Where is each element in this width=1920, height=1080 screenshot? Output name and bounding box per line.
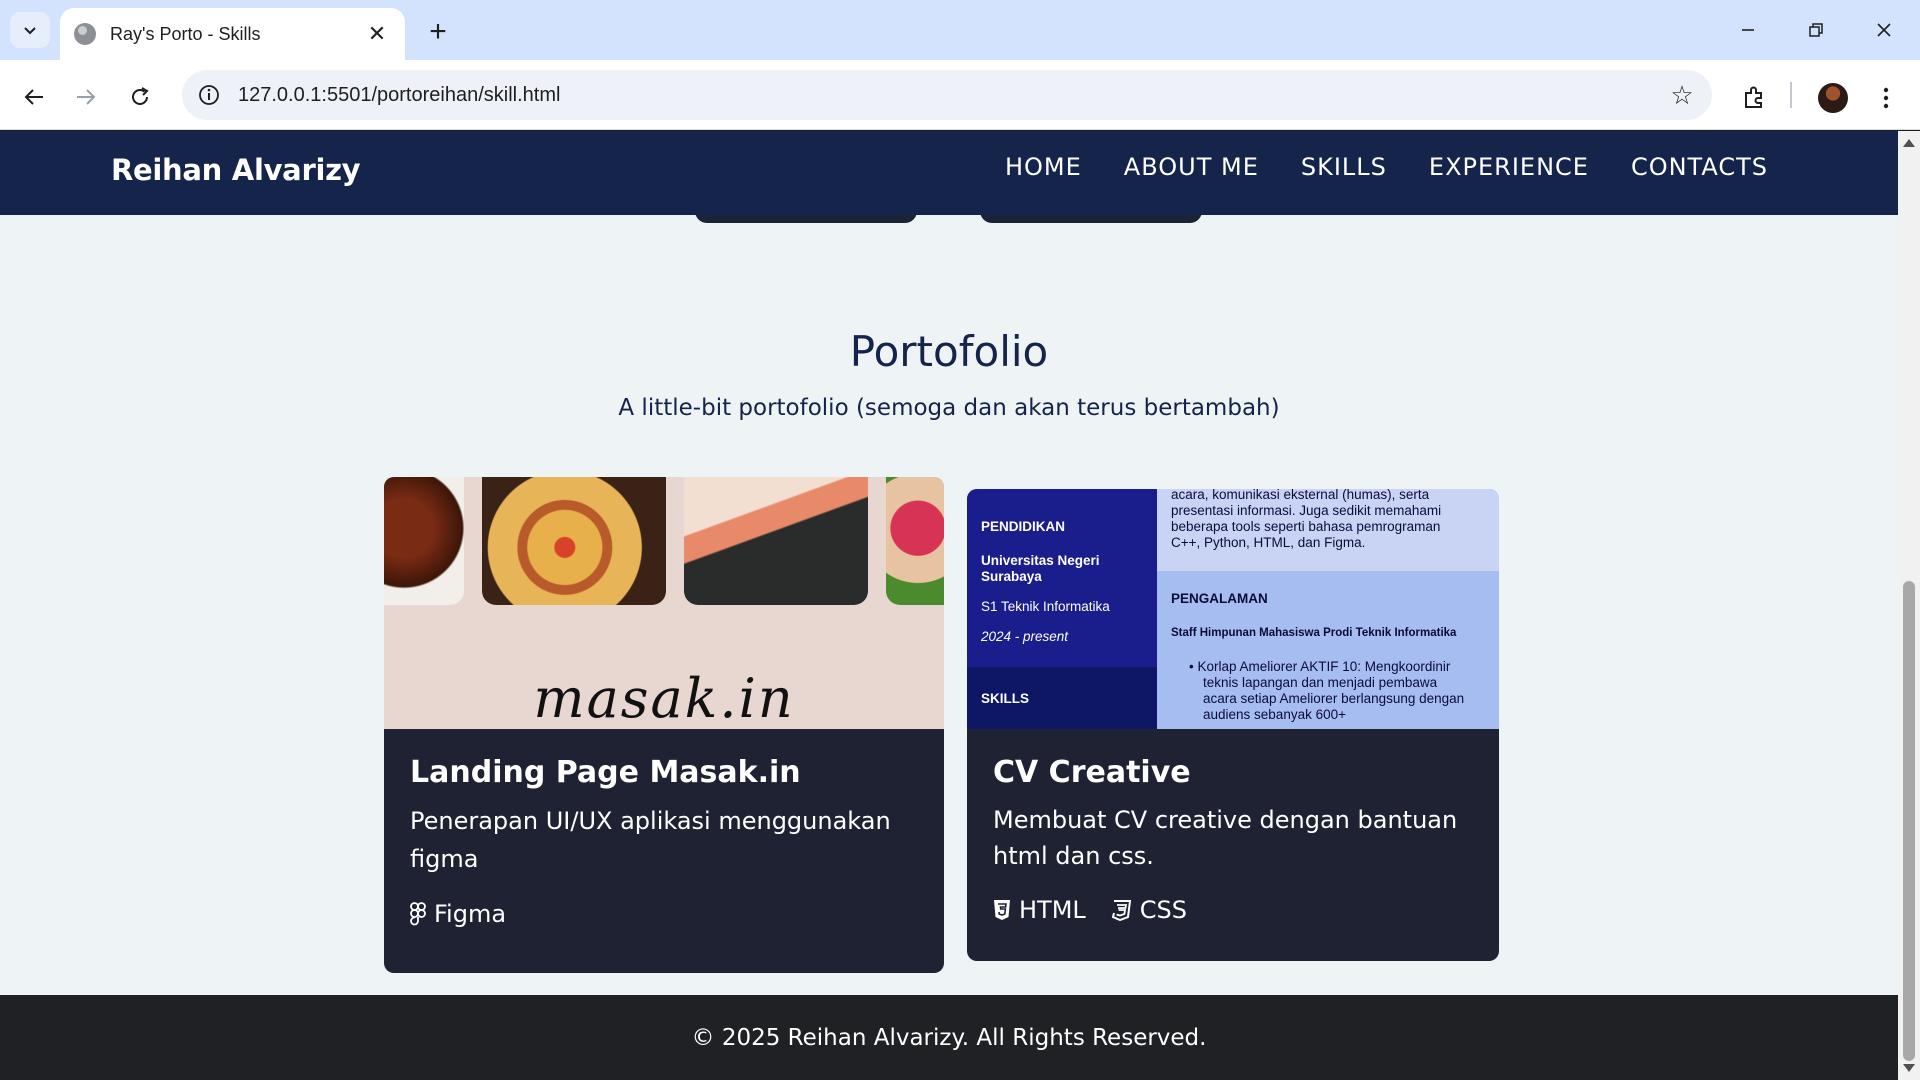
cv-pengalaman-heading: PENGALAMAN xyxy=(1171,591,1268,606)
card-thumbnail-cv: acara, komunikasi eksternal (humas), ser… xyxy=(967,489,1499,729)
cv-pendidikan-heading: PENDIDIKAN xyxy=(981,519,1066,534)
tab-search-button[interactable] xyxy=(10,12,50,48)
css3-icon xyxy=(1111,900,1131,921)
site-brand[interactable]: Reihan Alvarizy xyxy=(111,153,361,187)
site-nav: HOME ABOUT ME SKILLS EXPERIENCE CONTACTS xyxy=(1005,153,1768,181)
back-button[interactable] xyxy=(14,77,54,117)
tab-title: Ray's Porto - Skills xyxy=(110,23,261,44)
portfolio-card-cv[interactable]: acara, komunikasi eksternal (humas), ser… xyxy=(967,489,1499,961)
card-tags: Figma xyxy=(410,900,918,928)
reload-icon xyxy=(132,87,149,105)
restore-icon xyxy=(1809,23,1823,37)
section-subtitle: A little-bit portofolio (semoga dan akan… xyxy=(618,395,1280,421)
card-body: CV Creative Membuat CV creative dengan b… xyxy=(967,729,1499,924)
minimize-button[interactable] xyxy=(1720,8,1776,52)
page-scrollbar[interactable] xyxy=(1898,131,1920,1080)
food-image-meat xyxy=(384,477,464,605)
profile-avatar[interactable] xyxy=(1815,80,1851,116)
browser-tab-active[interactable]: Ray's Porto - Skills ✕ xyxy=(60,8,405,60)
html5-icon xyxy=(994,900,1010,920)
tag-figma: Figma xyxy=(410,900,506,928)
masakin-logo-text: masak.in xyxy=(533,667,795,729)
food-image-dessert xyxy=(886,477,944,605)
close-window-button[interactable] xyxy=(1856,8,1912,52)
card-tags: HTML CSS xyxy=(993,896,1473,924)
page-viewport: Reihan Alvarizy HOME ABOUT ME SKILLS EXP… xyxy=(0,131,1898,1080)
food-image-sushi xyxy=(684,477,868,605)
card-description: Membuat CV creative dengan bantuan html … xyxy=(993,806,1458,870)
card-thumbnail-masakin: masak.in xyxy=(384,477,944,729)
cv-bullets: • Korlap Ameliorer AKTIF 10: Mengkoordin… xyxy=(1189,659,1465,722)
cv-university-city: Surabaya xyxy=(981,569,1042,584)
toolbar-separator xyxy=(1790,82,1792,108)
nav-home[interactable]: HOME xyxy=(1005,153,1082,181)
nav-about-me[interactable]: ABOUT ME xyxy=(1124,153,1259,181)
extensions-icon[interactable] xyxy=(1736,80,1772,116)
cv-university: Universitas Negeri xyxy=(981,553,1100,568)
close-icon[interactable]: ✕ xyxy=(363,20,391,48)
arrow-right-icon xyxy=(77,89,96,105)
new-tab-button[interactable]: + xyxy=(420,14,456,50)
globe-icon xyxy=(74,23,96,45)
close-icon xyxy=(1877,23,1891,37)
nav-contacts[interactable]: CONTACTS xyxy=(1631,153,1768,181)
restore-button[interactable] xyxy=(1788,8,1844,52)
cv-skills-heading: SKILLS xyxy=(981,691,1030,706)
footer-copyright: © 2025 Reihan Alvarizy. All Rights Reser… xyxy=(691,1024,1207,1051)
minimize-icon xyxy=(1742,29,1754,31)
browser-tab-strip: Ray's Porto - Skills ✕ + xyxy=(0,0,1920,60)
reload-button[interactable] xyxy=(120,77,160,117)
section-title: Portofolio xyxy=(849,327,1049,376)
card-title: Landing Page Masak.in xyxy=(410,755,801,790)
tag-label: HTML xyxy=(1019,896,1086,924)
scroll-down-arrow[interactable] xyxy=(1903,1064,1915,1072)
url-text: 127.0.0.1:5501/portoreihan/skill.html xyxy=(238,83,561,106)
forward-button[interactable] xyxy=(66,77,106,117)
site-info-icon[interactable] xyxy=(194,80,224,110)
site-header: Reihan Alvarizy HOME ABOUT ME SKILLS EXP… xyxy=(0,131,1898,215)
scroll-up-arrow[interactable] xyxy=(1903,139,1915,147)
bookmark-star-icon[interactable]: ☆ xyxy=(1662,75,1702,115)
kebab-menu-icon[interactable] xyxy=(1868,80,1904,116)
nav-skills[interactable]: SKILLS xyxy=(1301,153,1387,181)
site-footer: © 2025 Reihan Alvarizy. All Rights Reser… xyxy=(0,995,1898,1080)
cv-degree: S1 Teknik Informatika xyxy=(981,599,1110,614)
card-description: Penerapan UI/UX aplikasi menggunakan fig… xyxy=(410,807,891,873)
food-image-pizza xyxy=(482,477,666,605)
browser-toolbar: 127.0.0.1:5501/portoreihan/skill.html ☆ xyxy=(0,60,1920,130)
address-bar[interactable]: 127.0.0.1:5501/portoreihan/skill.html ☆ xyxy=(182,70,1712,120)
card-title: CV Creative xyxy=(993,755,1191,790)
tag-label: CSS xyxy=(1139,896,1188,924)
portfolio-card-masakin[interactable]: masak.in Landing Page Masak.in Penerapan… xyxy=(384,477,944,973)
card-body: Landing Page Masak.in Penerapan UI/UX ap… xyxy=(384,729,944,928)
tag-css: CSS xyxy=(1110,896,1187,924)
figma-icon xyxy=(410,902,426,926)
scrollbar-thumb[interactable] xyxy=(1903,581,1915,1061)
cv-intro: acara, komunikasi eksternal (humas), ser… xyxy=(1171,489,1442,550)
arrow-left-icon xyxy=(24,89,43,105)
cv-role: Staff Himpunan Mahasiswa Prodi Teknik In… xyxy=(1171,627,1457,639)
cv-period: 2024 - present xyxy=(981,629,1069,644)
tag-label: Figma xyxy=(434,900,507,928)
nav-experience[interactable]: EXPERIENCE xyxy=(1429,153,1589,181)
chevron-down-icon xyxy=(24,27,36,35)
tag-html: HTML xyxy=(993,896,1086,924)
